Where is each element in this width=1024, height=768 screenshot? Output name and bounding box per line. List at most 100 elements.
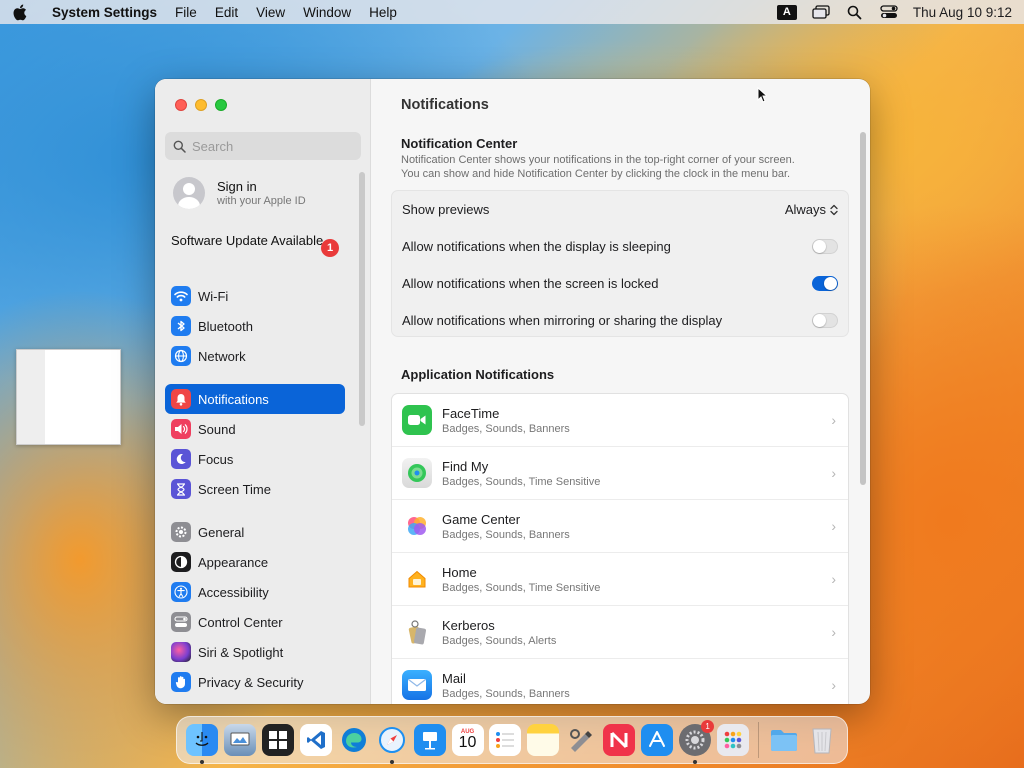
- app-menu-system-settings[interactable]: System Settings: [40, 5, 166, 20]
- dock-finder[interactable]: [183, 720, 221, 764]
- app-name: Mail: [442, 670, 466, 686]
- chevron-right-icon: ›: [831, 518, 836, 534]
- dock-news[interactable]: [600, 720, 638, 760]
- siri-icon: [171, 642, 191, 662]
- sidebar-item-wifi[interactable]: Wi-Fi: [165, 281, 345, 311]
- page-title: Notifications: [401, 97, 489, 113]
- software-update-item[interactable]: Software Update Available: [171, 233, 341, 249]
- apple-id-signin[interactable]: Sign in with your Apple ID: [173, 177, 306, 209]
- dock-keynote[interactable]: [411, 720, 449, 760]
- sidebar-item-label: General: [198, 524, 245, 540]
- menu-bar: System Settings File Edit View Window He…: [0, 0, 1024, 24]
- screen-mirroring-icon[interactable]: [811, 4, 831, 20]
- sidebar-scrollbar[interactable]: [359, 172, 365, 426]
- sidebar-group-general: General Appearance Accessibility Control…: [165, 517, 345, 697]
- dock-preview[interactable]: [221, 720, 259, 760]
- sidebar-item-label: Bluetooth: [198, 318, 253, 334]
- dock-system-settings[interactable]: 1: [676, 720, 715, 764]
- zoom-button[interactable]: [215, 99, 227, 111]
- mail-icon: [402, 670, 432, 700]
- sidebar-item-notifications[interactable]: Notifications: [165, 384, 345, 414]
- chevron-right-icon: ›: [831, 412, 836, 428]
- pref-label: Show previews: [402, 202, 490, 217]
- sidebar-item-privacy-security[interactable]: Privacy & Security: [165, 667, 345, 697]
- dock-launchpad[interactable]: [714, 720, 752, 760]
- input-source-icon[interactable]: A: [776, 4, 797, 20]
- trash-icon: [806, 724, 838, 756]
- dock-safari[interactable]: [373, 720, 411, 764]
- dock-reminders[interactable]: [487, 720, 525, 760]
- display-sleeping-toggle[interactable]: [812, 239, 838, 254]
- finder-icon: [185, 724, 218, 756]
- app-row-find-my[interactable]: Find My Badges, Sounds, Time Sensitive ›: [392, 447, 848, 500]
- app-detail: Badges, Sounds, Banners: [442, 687, 570, 700]
- preview-icon: [223, 724, 256, 756]
- sidebar-item-sound[interactable]: Sound: [165, 414, 345, 444]
- menu-window[interactable]: Window: [294, 5, 360, 20]
- app-row-facetime[interactable]: FaceTime Badges, Sounds, Banners ›: [392, 394, 848, 447]
- sidebar-group-notifications: Notifications Sound Focus Screen Time: [165, 384, 345, 504]
- app-row-home[interactable]: Home Badges, Sounds, Time Sensitive ›: [392, 553, 848, 606]
- notification-center-desc-1: Notification Center shows your notificat…: [401, 154, 795, 166]
- apple-menu-icon[interactable]: [12, 4, 40, 21]
- thumbnail-sidebar: [17, 350, 45, 444]
- content-scrollbar[interactable]: [860, 132, 866, 485]
- spotlight-search-icon[interactable]: [845, 4, 865, 20]
- search-input[interactable]: [192, 138, 352, 154]
- app-row-game-center[interactable]: Game Center Badges, Sounds, Banners ›: [392, 500, 848, 553]
- control-center-icon: [171, 612, 191, 632]
- menu-help[interactable]: Help: [360, 5, 406, 20]
- bluetooth-icon: [171, 316, 191, 336]
- show-previews-popup[interactable]: Always: [785, 202, 838, 217]
- dock-calendar[interactable]: AUG 10: [449, 720, 487, 760]
- screen-locked-toggle[interactable]: [812, 276, 838, 291]
- menu-view[interactable]: View: [247, 5, 294, 20]
- accessibility-icon: [171, 582, 191, 602]
- minimize-button[interactable]: [195, 99, 207, 111]
- sidebar-item-siri-spotlight[interactable]: Siri & Spotlight: [165, 637, 345, 667]
- dock-app-store[interactable]: [638, 720, 676, 760]
- close-button[interactable]: [175, 99, 187, 111]
- dock-photo-booth[interactable]: [259, 720, 297, 760]
- sidebar-item-label: Network: [198, 348, 246, 364]
- sidebar-item-general[interactable]: General: [165, 517, 345, 547]
- mirroring-toggle[interactable]: [812, 313, 838, 328]
- home-icon: [402, 564, 432, 594]
- menu-edit[interactable]: Edit: [206, 5, 247, 20]
- app-row-mail[interactable]: Mail Badges, Sounds, Banners ›: [392, 659, 848, 704]
- dock-edge[interactable]: [335, 720, 373, 760]
- sidebar-item-screen-time[interactable]: Screen Time: [165, 474, 345, 504]
- chevron-right-icon: ›: [831, 465, 836, 481]
- running-indicator: [199, 760, 204, 764]
- kerberos-icon: [402, 617, 432, 647]
- window-controls: [175, 99, 227, 111]
- running-indicator: [693, 760, 698, 764]
- script-editor-icon: [565, 724, 597, 756]
- dock-vscode[interactable]: [297, 720, 335, 760]
- dock: AUG 10 1: [176, 716, 848, 764]
- launchpad-icon: [717, 724, 750, 756]
- minimized-window-thumbnail[interactable]: [16, 349, 121, 445]
- dock-trash[interactable]: [803, 720, 841, 760]
- notification-center-header: Notification Center Notification Center …: [401, 136, 851, 181]
- search-icon: [173, 140, 186, 153]
- app-name: FaceTime: [442, 405, 500, 421]
- dock-downloads-folder[interactable]: [765, 720, 803, 760]
- show-previews-row: Show previews Always: [392, 191, 848, 228]
- sidebar-item-focus[interactable]: Focus: [165, 444, 345, 474]
- dock-script-editor[interactable]: [562, 720, 600, 760]
- app-row-kerberos[interactable]: Kerberos Badges, Sounds, Alerts ›: [392, 606, 848, 659]
- sidebar-item-bluetooth[interactable]: Bluetooth: [165, 311, 345, 341]
- pref-label: Allow notifications when the display is …: [402, 239, 671, 254]
- sidebar-item-network[interactable]: Network: [165, 341, 345, 371]
- search-field[interactable]: [165, 132, 361, 160]
- dock-notes[interactable]: [524, 720, 562, 760]
- app-name: Home: [442, 564, 477, 580]
- sidebar-item-control-center[interactable]: Control Center: [165, 607, 345, 637]
- sidebar-item-appearance[interactable]: Appearance: [165, 547, 345, 577]
- update-badge: 1: [321, 239, 339, 257]
- menu-bar-clock[interactable]: Thu Aug 10 9:12: [913, 5, 1012, 20]
- menu-file[interactable]: File: [166, 5, 206, 20]
- control-center-icon[interactable]: [879, 4, 899, 20]
- sidebar-item-accessibility[interactable]: Accessibility: [165, 577, 345, 607]
